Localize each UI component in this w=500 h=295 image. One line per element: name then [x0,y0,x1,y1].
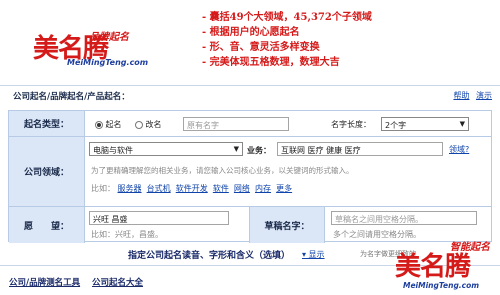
length-select[interactable]: 2个字 ▼ [381,117,469,131]
header: 美名腾 品牌起名 MeiMingTeng.com - 囊括49个大领域，45,3… [0,0,500,84]
brand-watermark: 智能起名 美名腾 MeiMingTeng.com [395,232,500,295]
company-field-label: 公司领域： [9,137,85,206]
logo-tagline: 品牌起名 [89,32,129,43]
examples-label: 比如： [91,184,115,193]
section-bar: 公司起名/品牌起名/产品起名： 帮助 演示 [0,85,500,103]
row-company-field: 公司领域： 电脑与软件 ▼ 业务： 互联网 医疗 健康 医疗 领域? 为了更精确… [9,137,491,207]
wish-input[interactable]: 兴旺 昌盛 [89,211,229,225]
advanced-options-bar: 指定公司起名读音、字形和含义（选填） ▾ 显示 为名字做更细致的 [0,244,416,262]
section-title: 公司起名/品牌起名/产品起名： [13,92,130,102]
length-value: 2个字 [385,121,407,130]
draft-input[interactable]: 草稿名之间用空格分隔。 [331,211,477,225]
logo-url: MeiMingTeng.com [67,58,149,67]
wish-label: 愿 望： [9,207,85,243]
field-hint: 为了更精确理解您的相关业务，请您输入公司核心业务，以关键词的形式输入。 [91,166,354,175]
example-link[interactable]: 内存 [255,184,271,193]
draft-label: 草稿名字： [249,207,325,243]
radio-name-label: 起名 [105,120,122,129]
footer-link-names[interactable]: 公司起名大全 [92,276,143,288]
more-link[interactable]: 更多 [276,184,292,193]
radio-name[interactable] [95,120,103,129]
example-link[interactable]: 服务器 [118,184,142,193]
demo-link[interactable]: 演示 [476,91,492,100]
bar-links: 帮助 演示 [449,90,492,101]
field-help-link[interactable]: 领域? [449,144,469,155]
category-select[interactable]: 电脑与软件 ▼ [89,142,243,156]
chevron-down-icon: ▼ [233,145,239,153]
advanced-title: 指定公司起名读音、字形和含义（选填） [128,251,291,261]
brand-text: 美名腾 [395,252,471,282]
example-link[interactable]: 台式机 [147,184,171,193]
length-label: 名字长度： [331,120,371,129]
radio-rename-label: 改名 [145,120,162,129]
site-logo[interactable]: 美名腾 品牌起名 MeiMingTeng.com [33,6,163,76]
example-link[interactable]: 软件 [213,184,229,193]
help-link[interactable]: 帮助 [453,91,469,100]
feature-item: - 形、音、意灵活多样变换 [202,42,320,53]
naming-type-label: 起名类型： [9,111,85,136]
wish-example: 比如：兴旺，昌盛。 [91,230,163,239]
radio-rename[interactable] [135,120,143,129]
feature-item: - 完美体现五格数理，数理大吉 [202,57,340,68]
original-name-input[interactable]: 原有名字 [183,117,289,131]
chevron-down-icon: ▼ [459,120,465,128]
feature-item: - 根据用户的心愿起名 [202,27,300,38]
naming-form: 起名类型： 起名 改名 原有名字 名字长度： 2个字 ▼ 公司领域： 电脑与软件… [8,110,492,243]
show-advanced-toggle[interactable]: ▾ 显示 [302,249,325,260]
brand-url: MeiMingTeng.com [403,281,480,290]
radio-name-option[interactable]: 起名 [95,119,122,130]
category-value: 电脑与软件 [93,146,133,155]
example-link[interactable]: 软件开发 [176,184,208,193]
row-naming-type: 起名类型： 起名 改名 原有名字 名字长度： 2个字 ▼ [9,111,491,137]
business-label: 业务： [247,146,271,155]
feature-item: - 囊括49个大领域，45,372个子领域 [202,12,372,23]
business-input[interactable]: 互联网 医疗 健康 医疗 [277,142,443,156]
examples-row: 比如： 服务器 台式机 软件开发 软件 网络 内存 更多 [91,183,292,194]
radio-rename-option[interactable]: 改名 [135,119,162,130]
feature-list: - 囊括49个大领域，45,372个子领域 - 根据用户的心愿起名 - 形、音、… [202,10,372,70]
example-link[interactable]: 网络 [234,184,250,193]
footer-link-test-tool[interactable]: 公司/品牌测名工具 [9,276,80,288]
